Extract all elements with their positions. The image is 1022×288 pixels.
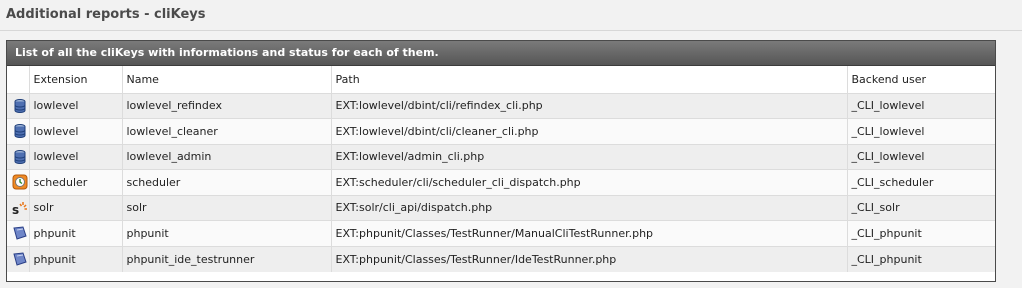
table-header-row: Extension Name Path Backend user xyxy=(7,66,995,93)
backend-user-cell: _CLI_phpunit xyxy=(846,245,995,272)
name-cell: scheduler xyxy=(121,169,331,195)
path-column-header: Path xyxy=(330,66,847,93)
path-cell: EXT:scheduler/cli/scheduler_cli_dispatch… xyxy=(330,169,847,195)
table-row: s solr solr EXT:solr/cli_api/dispatch.ph… xyxy=(7,194,995,221)
phpunit-icon xyxy=(12,251,28,267)
path-cell: EXT:phpunit/Classes/TestRunner/IdeTestRu… xyxy=(330,245,847,272)
backend-user-cell: _CLI_lowlevel xyxy=(846,143,995,170)
extension-icon-cell xyxy=(7,143,29,170)
path-cell: EXT:phpunit/Classes/TestRunner/ManualCli… xyxy=(330,220,847,246)
name-cell: lowlevel_refindex xyxy=(121,92,331,119)
extension-icon-cell xyxy=(7,118,29,144)
path-cell: EXT:lowlevel/admin_cli.php xyxy=(330,143,847,170)
extension-icon-cell xyxy=(7,92,29,119)
solr-icon: s xyxy=(12,200,28,217)
name-column-header: Name xyxy=(121,66,331,93)
page-title: Additional reports - cliKeys xyxy=(6,7,206,22)
name-cell: phpunit xyxy=(121,220,331,246)
icon-column-header xyxy=(7,66,29,93)
page-header: Additional reports - cliKeys xyxy=(0,0,1022,31)
extension-cell: phpunit xyxy=(28,220,122,246)
backend-user-cell: _CLI_scheduler xyxy=(846,169,995,195)
extension-cell: lowlevel xyxy=(28,118,122,144)
backend-user-column-header: Backend user xyxy=(846,66,995,93)
backend-user-cell: _CLI_lowlevel xyxy=(846,118,995,144)
database-icon xyxy=(12,98,28,114)
extension-icon-cell xyxy=(7,169,29,195)
name-cell: solr xyxy=(121,194,331,221)
extension-cell: solr xyxy=(28,194,122,221)
name-cell: phpunit_ide_testrunner xyxy=(121,245,331,272)
path-cell: EXT:lowlevel/dbint/cli/cleaner_cli.php xyxy=(330,118,847,144)
path-cell: EXT:lowlevel/dbint/cli/refindex_cli.php xyxy=(330,92,847,119)
path-cell: EXT:solr/cli_api/dispatch.php xyxy=(330,194,847,221)
table-caption: List of all the cliKeys with information… xyxy=(7,41,995,66)
name-cell: lowlevel_cleaner xyxy=(121,118,331,144)
extension-icon-cell: s xyxy=(7,194,29,221)
extension-cell: lowlevel xyxy=(28,92,122,119)
table-row: lowlevel lowlevel_cleaner EXT:lowlevel/d… xyxy=(7,118,995,144)
extension-icon-cell xyxy=(7,245,29,272)
clikeys-table: Extension Name Path Backend user lowleve… xyxy=(7,66,995,272)
scheduler-clock-icon xyxy=(12,174,28,190)
backend-user-cell: _CLI_phpunit xyxy=(846,220,995,246)
backend-user-cell: _CLI_lowlevel xyxy=(846,92,995,119)
database-icon xyxy=(12,149,28,165)
table-row: lowlevel lowlevel_refindex EXT:lowlevel/… xyxy=(7,92,995,119)
extension-cell: phpunit xyxy=(28,245,122,272)
phpunit-icon xyxy=(12,225,28,241)
extension-icon-cell xyxy=(7,220,29,246)
extension-column-header: Extension xyxy=(28,66,122,93)
clikeys-report-panel: List of all the cliKeys with information… xyxy=(6,40,996,282)
extension-cell: scheduler xyxy=(28,169,122,195)
database-icon xyxy=(12,123,28,139)
name-cell: lowlevel_admin xyxy=(121,143,331,170)
table-row: phpunit phpunit_ide_testrunner EXT:phpun… xyxy=(7,245,995,272)
backend-user-cell: _CLI_solr xyxy=(846,194,995,221)
svg-text:s: s xyxy=(12,203,19,216)
table-row: phpunit phpunit EXT:phpunit/Classes/Test… xyxy=(7,220,995,246)
table-row: scheduler scheduler EXT:scheduler/cli/sc… xyxy=(7,169,995,195)
table-row: lowlevel lowlevel_admin EXT:lowlevel/adm… xyxy=(7,143,995,170)
extension-cell: lowlevel xyxy=(28,143,122,170)
